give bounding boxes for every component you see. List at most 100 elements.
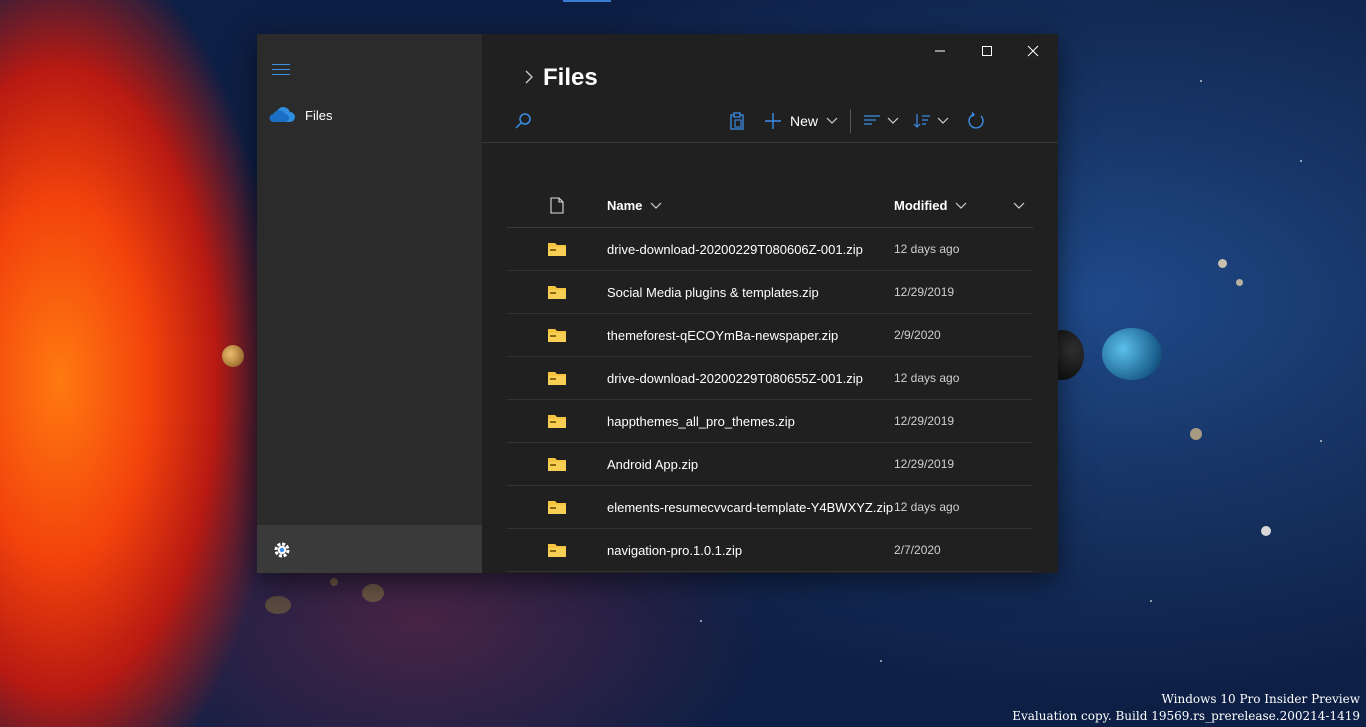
file-icon-cell [507,456,607,472]
planet-neptune [1102,328,1162,380]
toolbar: New [728,107,985,135]
sidebar-item-files[interactable]: Files [257,100,482,130]
onedrive-cloud-icon [269,107,295,122]
table-row[interactable]: navigation-pro.1.0.1.zip 2/7/2020 [507,529,1033,572]
sidebar: Files [257,34,482,573]
table-row[interactable]: happthemes_all_pro_themes.zip 12/29/2019 [507,400,1033,443]
main-pane: Files New Name Modified drive-download-2… [482,34,1058,573]
file-modified: 12/29/2019 [894,285,955,299]
view-mode-button[interactable] [863,114,899,128]
modified-column-header[interactable]: Modified [894,198,1004,213]
top-edge-highlight [563,0,611,2]
gear-icon[interactable] [273,541,291,559]
chevron-down-icon [887,117,899,124]
watermark-line-2: Evaluation copy. Build 19569.rs_prerelea… [1012,709,1360,723]
table-row[interactable]: Android App.zip 12/29/2019 [507,443,1033,486]
more-columns-header[interactable] [1004,202,1033,210]
file-list-header: Name Modified [507,184,1033,228]
table-row[interactable]: elements-resumecvvcard-template-Y4BWXYZ.… [507,486,1033,529]
modified-column-label: Modified [894,198,948,213]
toolbar-separator [850,109,852,133]
close-button[interactable] [1010,40,1056,62]
minimize-button[interactable] [917,40,963,62]
zip-folder-icon [548,372,566,385]
file-modified: 12/29/2019 [894,414,955,428]
file-icon-cell [507,284,607,300]
table-row[interactable]: themeforest-qECOYmBa-newspaper.zip 2/9/20… [507,314,1033,357]
star [880,660,882,662]
toolbar-divider [482,142,1058,143]
refresh-icon [968,112,984,129]
file-name: drive-download-20200229T080655Z-001.zip [607,370,863,386]
refresh-button[interactable] [967,112,985,130]
paste-button[interactable] [728,112,746,130]
page-title: Files [543,64,598,91]
file-type-header[interactable] [507,197,607,214]
zip-folder-icon [548,286,566,299]
new-button[interactable]: New [764,112,838,130]
star [700,620,702,622]
view-lines-icon [864,115,881,125]
chevron-down-icon [937,117,949,124]
file-name: Social Media plugins & templates.zip [607,284,819,300]
chevron-down-icon [1013,202,1025,209]
zip-folder-icon [548,544,566,557]
chevron-down-icon [650,202,662,209]
file-list: Name Modified drive-download-20200229T08… [507,184,1033,572]
zip-folder-icon [548,243,566,256]
chevron-down-icon [826,117,838,124]
file-modified: 12 days ago [894,242,960,256]
close-icon [1027,45,1039,57]
table-row[interactable]: drive-download-20200229T080655Z-001.zip 1… [507,357,1033,400]
file-modified: 12 days ago [894,371,960,385]
watermark-line-1: Windows 10 Pro Insider Preview [1161,692,1360,706]
star [1200,80,1202,82]
file-modified: 12 days ago [894,500,960,514]
file-icon-cell [507,413,607,429]
file-name: themeforest-qECOYmBa-newspaper.zip [607,327,839,343]
asteroid-3 [330,578,338,586]
maximize-icon [982,46,992,56]
sort-button[interactable] [913,113,949,129]
zip-folder-icon [548,329,566,342]
new-button-label: New [790,113,819,129]
file-icon-cell [507,370,607,386]
zip-folder-icon [548,501,566,514]
planet-tiny-3 [1190,428,1202,440]
files-app-window: Files Files New Name Modified drive-down… [257,34,1058,573]
search-icon[interactable] [514,112,532,130]
planet-small-left [222,345,244,367]
maximize-button[interactable] [964,40,1010,62]
planet-tiny-4 [1261,526,1271,536]
file-icon-cell [507,499,607,515]
file-icon-cell [507,542,607,558]
plus-icon [765,113,781,129]
clipboard-icon [730,112,744,130]
file-name: happthemes_all_pro_themes.zip [607,413,795,429]
file-modified: 2/7/2020 [894,543,941,557]
table-row[interactable]: drive-download-20200229T080606Z-001.zip 1… [507,228,1033,271]
document-icon [550,197,564,214]
hamburger-icon[interactable] [272,64,290,76]
breadcrumb-chevron-icon[interactable] [524,70,534,89]
sidebar-item-label: Files [305,107,333,123]
star [1300,160,1302,162]
star [1320,440,1322,442]
table-row[interactable]: Social Media plugins & templates.zip 12/2… [507,271,1033,314]
settings-area [257,525,482,573]
minimize-icon [935,50,945,52]
file-name: Android App.zip [607,456,699,472]
planet-tiny-2 [1236,279,1243,286]
name-column-label: Name [607,198,643,213]
chevron-down-icon [956,202,967,209]
file-list-body: drive-download-20200229T080606Z-001.zip 1… [507,228,1033,572]
name-column-header[interactable]: Name [607,198,894,213]
planet-tiny-1 [1218,259,1227,268]
asteroid-1 [265,596,291,614]
file-modified: 2/9/2020 [894,328,941,342]
asteroid-2 [362,584,384,602]
file-icon-cell [507,327,607,343]
file-modified: 12/29/2019 [894,457,955,471]
file-icon-cell [507,241,607,257]
zip-folder-icon [548,458,566,471]
